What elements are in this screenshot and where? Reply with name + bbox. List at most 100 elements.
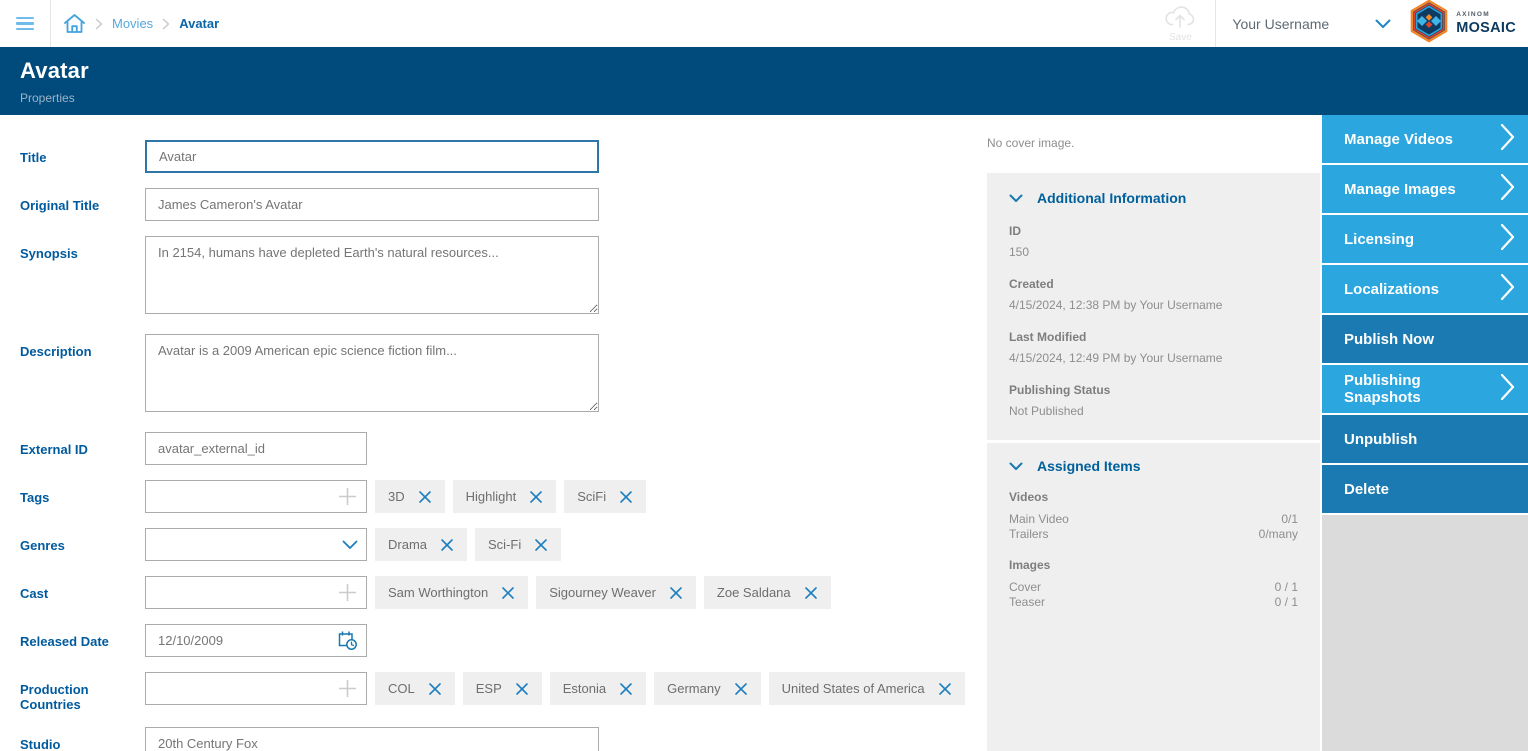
action-button-manage-videos[interactable]: Manage Videos <box>1322 115 1528 163</box>
assigned-row-name: Teaser <box>1009 595 1045 610</box>
username-label: Your Username <box>1232 16 1329 32</box>
chip-remove-icon[interactable] <box>669 586 683 600</box>
add-item-icon[interactable] <box>337 672 358 705</box>
action-button-label: Localizations <box>1344 281 1439 298</box>
chip-remove-icon[interactable] <box>428 682 442 696</box>
chevron-down-icon <box>1375 19 1391 29</box>
action-button-delete[interactable]: Delete <box>1322 465 1528 513</box>
production-countries-label: Production Countries <box>20 672 145 712</box>
menu-button[interactable] <box>0 0 51 47</box>
collapse-chevron-icon[interactable] <box>1009 194 1023 203</box>
action-button-manage-images[interactable]: Manage Images <box>1322 165 1528 213</box>
released-date-input[interactable] <box>145 624 367 657</box>
chip-united-states-of-america: United States of America <box>769 672 965 705</box>
cast-input[interactable] <box>145 576 367 609</box>
description-textarea[interactable] <box>145 334 599 412</box>
actions-column: Manage VideosManage ImagesLicensing Local… <box>1320 115 1528 751</box>
assigned-row-trailers: Trailers0/many <box>1009 527 1298 542</box>
chip-label: Sam Worthington <box>388 585 488 600</box>
chip-label: Drama <box>388 537 427 552</box>
external-id-input[interactable] <box>145 432 367 465</box>
assigned-row-main-video: Main Video 0/1 <box>1009 512 1298 527</box>
synopsis-textarea[interactable] <box>145 236 599 314</box>
chip-remove-icon[interactable] <box>515 682 529 696</box>
axinom-mosaic-logo: AXINOM MOSAIC <box>1409 0 1528 47</box>
action-button-publish-now[interactable]: Publish Now <box>1322 315 1528 363</box>
logo-brand-top: AXINOM <box>1456 12 1516 19</box>
chip-remove-icon[interactable] <box>501 586 515 600</box>
action-button-label: Publish Now <box>1344 331 1434 348</box>
cast-chips: Sam WorthingtonSigourney WeaverZoe Salda… <box>375 576 831 609</box>
add-item-icon[interactable] <box>337 480 358 513</box>
breadcrumb-separator-icon <box>95 18 103 30</box>
assigned-row-count: 0/1 <box>1281 512 1298 527</box>
studio-label: Studio <box>20 727 145 751</box>
chip-zoe-saldana: Zoe Saldana <box>704 576 831 609</box>
home-icon[interactable] <box>63 13 86 34</box>
save-button-label: Save <box>1169 32 1192 43</box>
user-menu[interactable]: Your Username <box>1216 0 1409 47</box>
form-row-description: Description <box>20 334 987 417</box>
action-button-publishing-snapshots[interactable]: Publishing Snapshots <box>1322 365 1528 413</box>
logo-brand-bottom: MOSAIC <box>1456 21 1516 36</box>
chevron-down-icon[interactable] <box>342 528 358 561</box>
production-countries-input[interactable] <box>145 672 367 705</box>
content: TitleOriginal TitleSynopsisDescriptionEx… <box>0 115 1528 751</box>
chip-sci-fi: Sci-Fi <box>475 528 561 561</box>
last-modified-value: 4/15/2024, 12:49 PM by Your Username <box>1009 351 1298 365</box>
chip-label: Zoe Saldana <box>717 585 791 600</box>
form-row-synopsis: Synopsis <box>20 236 987 319</box>
chip-remove-icon[interactable] <box>534 538 548 552</box>
chevron-right-icon <box>1500 223 1515 255</box>
cast-label: Cast <box>20 576 145 609</box>
chip-remove-icon[interactable] <box>440 538 454 552</box>
add-item-icon[interactable] <box>337 576 358 609</box>
id-value: 150 <box>1009 245 1298 259</box>
breadcrumb: MoviesAvatar <box>63 0 219 47</box>
chip-remove-icon[interactable] <box>804 586 818 600</box>
chip-label: COL <box>388 681 415 696</box>
genres-input[interactable] <box>145 528 367 561</box>
chip-sam-worthington: Sam Worthington <box>375 576 528 609</box>
assigned-row-name: Trailers <box>1009 527 1049 542</box>
last-modified-label: Last Modified <box>1009 330 1298 344</box>
breadcrumb-item-movies[interactable]: Movies <box>112 16 153 31</box>
chip-remove-icon[interactable] <box>734 682 748 696</box>
action-button-localizations[interactable]: Localizations <box>1322 265 1528 313</box>
assigned-row-name: Main Video <box>1009 512 1069 527</box>
chip-remove-icon[interactable] <box>619 682 633 696</box>
action-button-licensing[interactable]: Licensing <box>1322 215 1528 263</box>
actions-filler <box>1322 515 1528 751</box>
chip-remove-icon[interactable] <box>619 490 633 504</box>
form-row-cast: Cast Sam WorthingtonSigourney WeaverZoe S… <box>20 576 987 609</box>
action-button-label: Delete <box>1344 481 1389 498</box>
chip-highlight: Highlight <box>453 480 557 513</box>
assigned-items-section: Assigned Items VideosMain Video0/1Traile… <box>987 443 1320 751</box>
studio-input[interactable] <box>145 727 599 751</box>
chip-remove-icon[interactable] <box>418 490 432 504</box>
details-panel: No cover image. Additional Information I… <box>987 115 1320 751</box>
publishing-status-value: Not Published <box>1009 404 1298 418</box>
description-label: Description <box>20 334 145 417</box>
top-bar-right: Save Your Username <box>1145 0 1528 47</box>
created-value: 4/15/2024, 12:38 PM by Your Username <box>1009 298 1298 312</box>
chip-remove-icon[interactable] <box>529 490 543 504</box>
breadcrumb-separator-icon <box>162 18 170 30</box>
chevron-right-icon <box>1500 273 1515 305</box>
save-button[interactable]: Save <box>1145 0 1215 47</box>
chip-label: 3D <box>388 489 405 504</box>
action-button-unpublish[interactable]: Unpublish <box>1322 415 1528 463</box>
collapse-chevron-icon[interactable] <box>1009 462 1023 471</box>
calendar-icon[interactable] <box>337 624 358 657</box>
chip-remove-icon[interactable] <box>938 682 952 696</box>
cover-image-message: No cover image. <box>987 136 1074 150</box>
assigned-row-count: 0 / 1 <box>1275 595 1298 610</box>
chevron-right-icon <box>1500 123 1515 155</box>
tags-label: Tags <box>20 480 145 513</box>
form-row-original-title: Original Title <box>20 188 987 221</box>
tags-input[interactable] <box>145 480 367 513</box>
form-row-tags: Tags3DHighlightSciFi <box>20 480 987 513</box>
form-row-production-countries: Production CountriesCOLESPEstoniaGermany… <box>20 672 987 712</box>
original-title-input[interactable] <box>145 188 599 221</box>
title-input[interactable] <box>145 140 599 173</box>
